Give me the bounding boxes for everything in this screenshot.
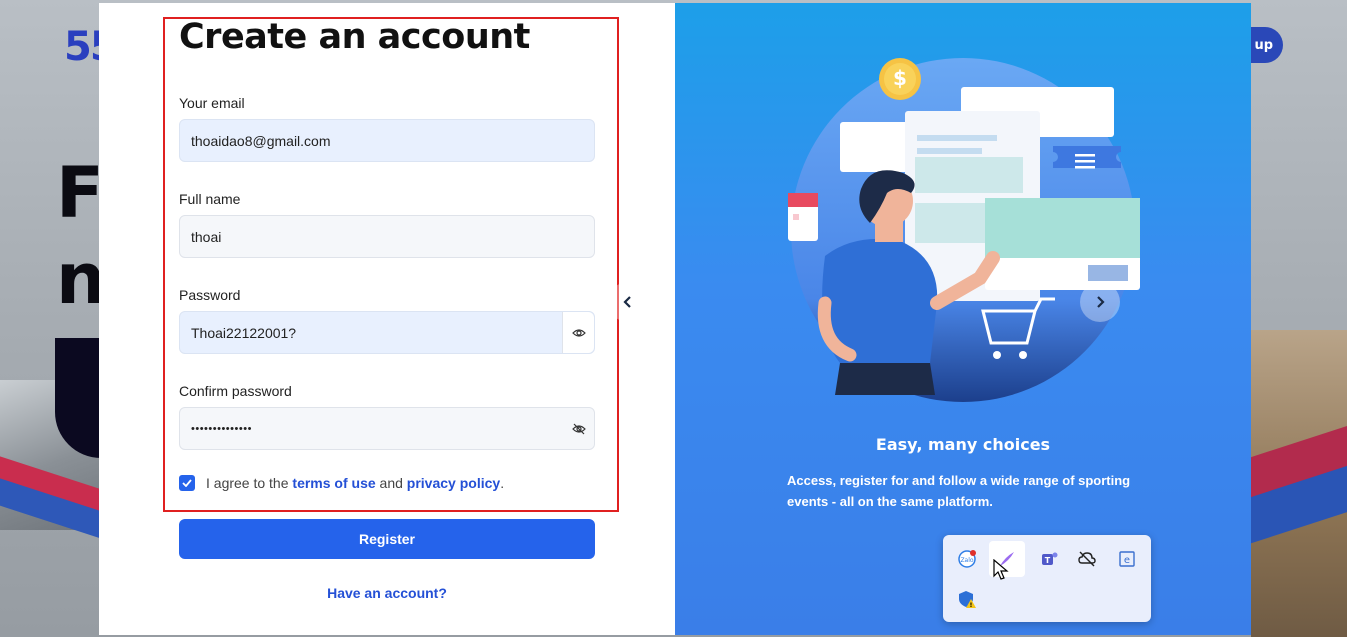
hide-password-eye-off-icon[interactable] bbox=[563, 408, 594, 449]
terms-checkbox[interactable] bbox=[179, 475, 195, 491]
svg-text:e: e bbox=[1124, 555, 1130, 566]
confirm-password-field[interactable]: •••••••••••••• bbox=[179, 407, 595, 450]
teams-icon[interactable]: T bbox=[1035, 545, 1063, 573]
agree-suffix: . bbox=[500, 475, 505, 491]
show-password-eye-icon[interactable] bbox=[562, 312, 594, 353]
chevron-right-icon bbox=[1097, 296, 1105, 308]
confirm-password-value: •••••••••••••• bbox=[191, 422, 252, 435]
terms-of-use-link[interactable]: terms of use bbox=[292, 475, 375, 491]
svg-text:T: T bbox=[1045, 556, 1051, 565]
fullname-field[interactable]: thoai bbox=[179, 215, 595, 258]
confirm-password-label: Confirm password bbox=[179, 383, 292, 399]
editor-icon[interactable]: e bbox=[1113, 545, 1141, 573]
email-field[interactable]: thoaidao8@gmail.com bbox=[179, 119, 595, 162]
fullname-label: Full name bbox=[179, 191, 241, 207]
register-form-panel: Create an account Your email thoaidao8@g… bbox=[99, 3, 675, 635]
mouse-cursor-icon bbox=[993, 559, 1009, 580]
slide-description: Access, register for and follow a wide r… bbox=[787, 473, 1131, 509]
have-account-link[interactable]: Have an account? bbox=[179, 585, 595, 601]
cloud-off-icon[interactable] bbox=[1073, 545, 1101, 573]
email-label: Your email bbox=[179, 95, 245, 111]
agree-and: and bbox=[379, 475, 403, 491]
terms-agreement: I agree to the terms of use and privacy … bbox=[179, 475, 504, 491]
slide-title: Easy, many choices bbox=[875, 435, 1051, 454]
form-title: Create an account bbox=[179, 17, 530, 57]
zalo-icon[interactable]: Zalo bbox=[953, 545, 981, 573]
privacy-policy-link[interactable]: privacy policy bbox=[407, 475, 500, 491]
next-slide-button[interactable] bbox=[1080, 282, 1120, 322]
password-label: Password bbox=[179, 287, 241, 303]
password-value: Thoai22122001? bbox=[191, 324, 297, 341]
agree-prefix: I agree to the bbox=[206, 475, 289, 491]
dollar-icon: $ bbox=[893, 66, 907, 90]
password-field[interactable]: Thoai22122001? bbox=[179, 311, 595, 354]
svg-text:Zalo: Zalo bbox=[960, 557, 973, 564]
svg-text:!: ! bbox=[970, 602, 973, 609]
system-tray-popup: Zalo T e ! bbox=[943, 535, 1151, 622]
security-warning-icon[interactable]: ! bbox=[953, 585, 981, 613]
register-button[interactable]: Register bbox=[179, 519, 595, 559]
shopping-illustration bbox=[788, 58, 1140, 402]
fullname-value: thoai bbox=[191, 228, 222, 245]
email-value: thoaidao8@gmail.com bbox=[191, 132, 331, 149]
